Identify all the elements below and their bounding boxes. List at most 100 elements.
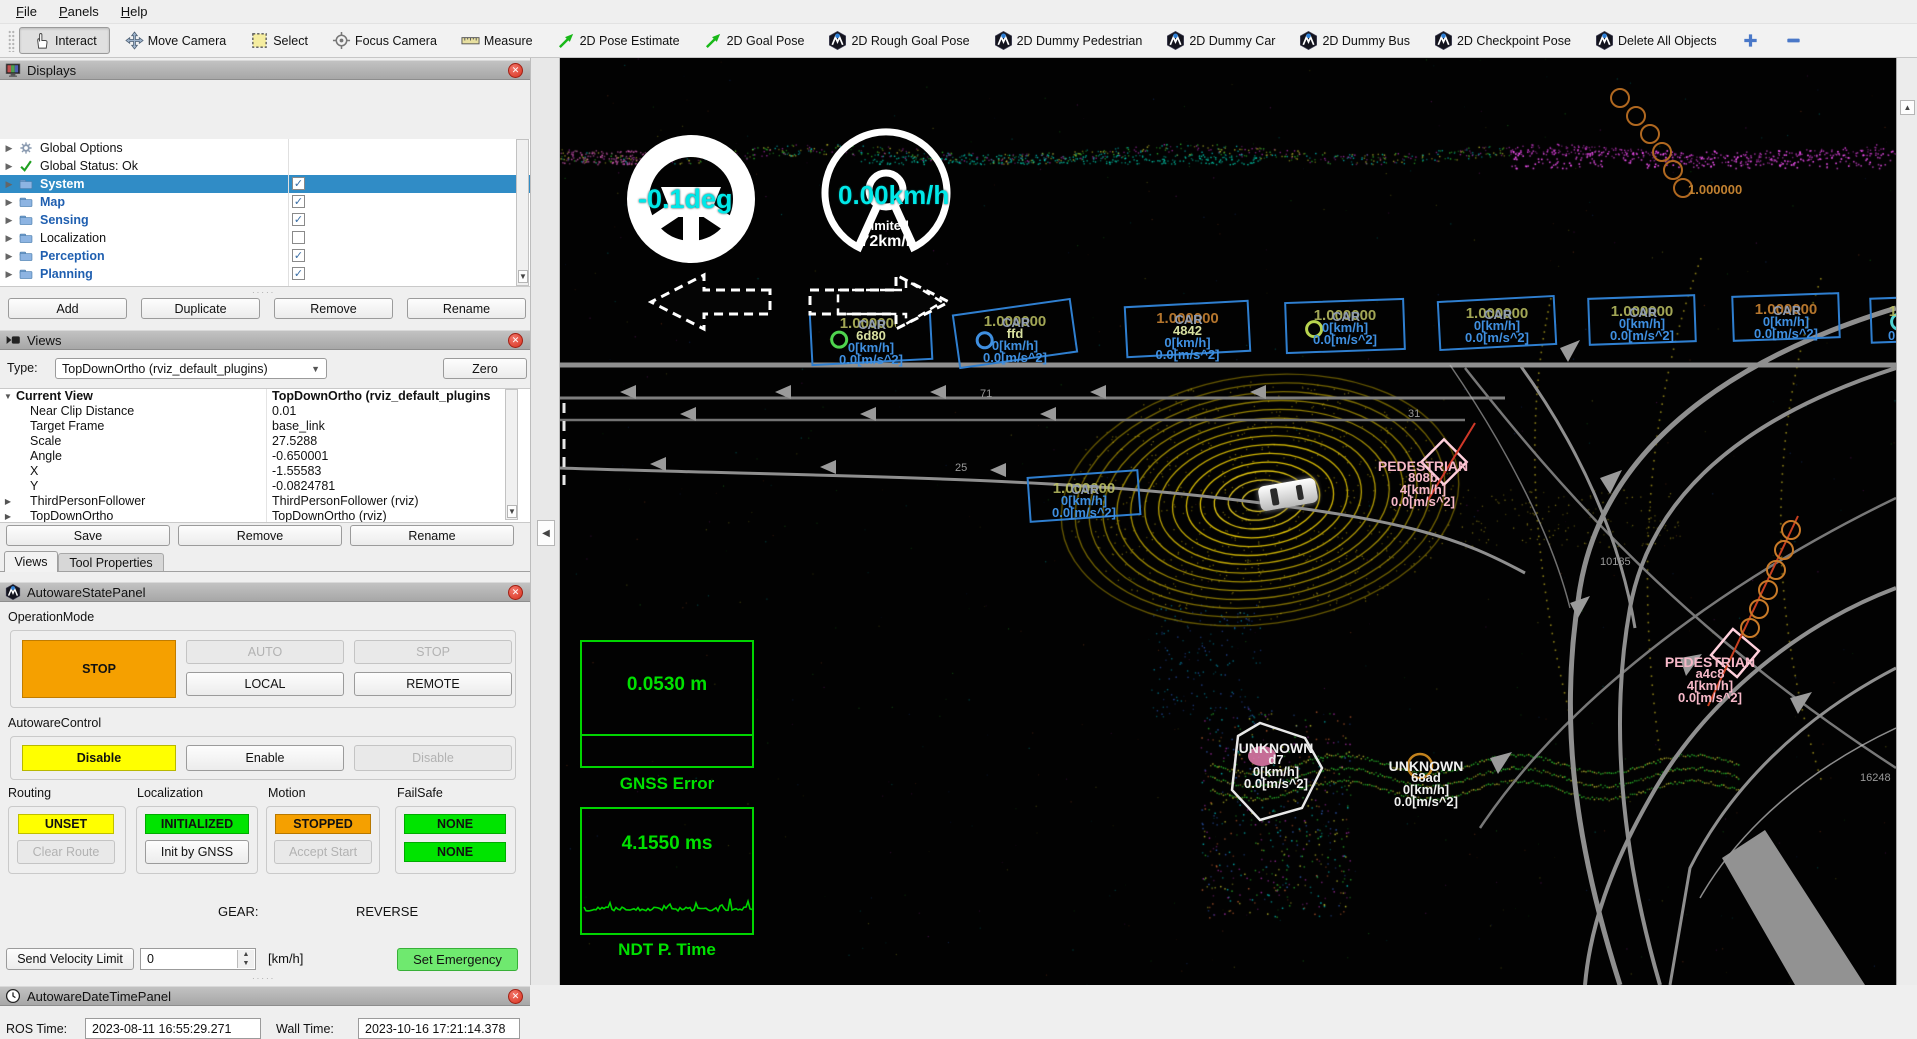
- collapse-panel-icon[interactable]: ◀: [537, 520, 555, 546]
- display-checkbox[interactable]: ✓: [292, 249, 305, 262]
- view-property-row[interactable]: ▶TopDownOrthoTopDownOrtho (rviz): [0, 509, 530, 523]
- views-panel-header[interactable]: Views ✕: [0, 330, 530, 350]
- stop-secondary-button[interactable]: STOP: [354, 640, 512, 664]
- display-row-perception[interactable]: ▶Perception✓: [0, 247, 530, 265]
- tool-select[interactable]: Select: [241, 27, 317, 54]
- rename-display-button[interactable]: Rename: [407, 298, 526, 319]
- tool-minus[interactable]: [1775, 27, 1812, 54]
- stepper-arrows[interactable]: ▲▼: [237, 950, 254, 968]
- view-property-row[interactable]: Y-0.0824781: [0, 479, 530, 494]
- display-checkbox[interactable]: ✓: [292, 267, 305, 280]
- init-by-gnss-button[interactable]: Init by GNSS: [145, 840, 249, 864]
- menu-file[interactable]: File: [6, 2, 47, 21]
- display-row-map[interactable]: ▶Map✓: [0, 193, 530, 211]
- tool-2d-dummy-car[interactable]: 2D Dummy Car: [1157, 27, 1284, 54]
- view-property-row[interactable]: Scale27.5288: [0, 434, 530, 449]
- wall-time-field[interactable]: 2023-10-16 17:21:14.378: [358, 1018, 520, 1039]
- display-checkbox[interactable]: ✓: [292, 195, 305, 208]
- view-type-select[interactable]: TopDownOrtho (rviz_default_plugins) ▼: [55, 358, 327, 379]
- tool-focus-camera[interactable]: Focus Camera: [323, 27, 446, 54]
- velocity-limit-stepper[interactable]: 0 ▲▼: [140, 948, 256, 970]
- tool-2d-rough-goal-pose[interactable]: 2D Rough Goal Pose: [819, 27, 978, 54]
- tool-2d-dummy-bus[interactable]: 2D Dummy Bus: [1290, 27, 1419, 54]
- expand-icon[interactable]: ▶: [0, 179, 18, 190]
- resize-grip-2[interactable]: ·····: [252, 974, 275, 983]
- menu-bar: FilePanelsHelp: [0, 0, 1917, 24]
- ros-time-field[interactable]: 2023-08-11 16:55:29.271: [85, 1018, 261, 1039]
- tool-interact[interactable]: Interact: [19, 27, 110, 54]
- tab-views[interactable]: Views: [4, 551, 58, 572]
- state-panel-close-icon[interactable]: ✕: [508, 585, 523, 600]
- remove-display-button[interactable]: Remove: [274, 298, 393, 319]
- expand-icon[interactable]: ▶: [0, 269, 18, 280]
- local-button[interactable]: LOCAL: [186, 672, 344, 696]
- view-property-row[interactable]: Near Clip Distance0.01: [0, 404, 530, 419]
- operation-mode-stop-button[interactable]: STOP: [22, 640, 176, 698]
- menu-help[interactable]: Help: [111, 2, 158, 21]
- display-row-localization[interactable]: ▶Localization: [0, 229, 530, 247]
- check-icon: [18, 159, 34, 173]
- steering-angle-value: -0.1deg: [638, 184, 733, 215]
- failsafe-label: FailSafe: [397, 786, 443, 800]
- displays-tree: ▶Global Options▶Global Status: Ok▶System…: [0, 139, 530, 287]
- resize-grip[interactable]: ·····: [252, 288, 275, 297]
- display-checkbox[interactable]: ✓: [292, 213, 305, 226]
- display-checkbox[interactable]: ✓: [292, 177, 305, 190]
- displays-scrollbar[interactable]: ▼: [516, 139, 529, 286]
- clear-route-button[interactable]: Clear Route: [17, 840, 115, 864]
- set-emergency-button[interactable]: Set Emergency: [397, 948, 518, 971]
- expand-icon[interactable]: ▶: [0, 161, 18, 172]
- view-property-row[interactable]: ▼Current ViewTopDownOrtho (rviz_default_…: [0, 389, 530, 404]
- save-button[interactable]: Save: [6, 525, 170, 546]
- right-strip[interactable]: ▲: [1896, 58, 1917, 985]
- tab-tool-properties[interactable]: Tool Properties: [58, 553, 164, 572]
- expand-icon[interactable]: ▶: [0, 233, 18, 244]
- menu-panels[interactable]: Panels: [49, 2, 109, 21]
- panel-splitter[interactable]: ◀: [530, 58, 560, 985]
- datetime-panel-header[interactable]: AutowareDateTimePanel ✕: [0, 986, 530, 1006]
- send-velocity-limit-button[interactable]: Send Velocity Limit: [6, 948, 134, 970]
- auto-button[interactable]: AUTO: [186, 640, 344, 664]
- view-property-row[interactable]: ▶ThirdPersonFollowerThirdPersonFollower …: [0, 494, 530, 509]
- datetime-close-icon[interactable]: ✕: [508, 989, 523, 1004]
- enable-button[interactable]: Enable: [186, 745, 344, 771]
- disable-button[interactable]: Disable: [354, 745, 512, 771]
- display-row-sensing[interactable]: ▶Sensing✓: [0, 211, 530, 229]
- tool-plus[interactable]: [1732, 27, 1769, 54]
- remote-button[interactable]: REMOTE: [354, 672, 512, 696]
- folder-icon: [18, 195, 34, 209]
- zero-button[interactable]: Zero: [443, 358, 527, 379]
- expand-icon[interactable]: ▶: [0, 197, 18, 208]
- view-property-row[interactable]: Angle-0.650001: [0, 449, 530, 464]
- views-scrollbar[interactable]: ▼: [505, 389, 518, 520]
- view-property-row[interactable]: Target Framebase_link: [0, 419, 530, 434]
- display-row-system[interactable]: ▶System✓: [0, 175, 530, 193]
- display-row-global-status-ok[interactable]: ▶Global Status: Ok: [0, 157, 530, 175]
- toolbar-grip[interactable]: [8, 30, 15, 52]
- display-row-global-options[interactable]: ▶Global Options: [0, 139, 530, 157]
- duplicate-button[interactable]: Duplicate: [141, 298, 260, 319]
- remove-view-button[interactable]: Remove: [178, 525, 342, 546]
- displays-close-icon[interactable]: ✕: [508, 63, 523, 78]
- rename-view-button[interactable]: Rename: [350, 525, 514, 546]
- tool-2d-pose-estimate[interactable]: 2D Pose Estimate: [548, 27, 689, 54]
- accept-start-button[interactable]: Accept Start: [274, 840, 372, 864]
- scroll-up-icon[interactable]: ▲: [1900, 100, 1915, 115]
- tool-measure[interactable]: Measure: [452, 27, 542, 54]
- view-property-row[interactable]: X-1.55583: [0, 464, 530, 479]
- autoware-state-panel-header[interactable]: AutowareStatePanel ✕: [0, 582, 530, 602]
- add-button[interactable]: Add: [8, 298, 127, 319]
- 3d-viewport[interactable]: -0.1deg 0.00km/h limited 72km/h 1.000000…: [560, 58, 1896, 985]
- display-checkbox[interactable]: [292, 231, 305, 244]
- displays-panel-header[interactable]: Displays ✕: [0, 60, 530, 80]
- display-row-planning[interactable]: ▶Planning✓: [0, 265, 530, 283]
- tool-move-camera[interactable]: Move Camera: [116, 27, 236, 54]
- expand-icon[interactable]: ▶: [0, 143, 18, 154]
- views-close-icon[interactable]: ✕: [508, 333, 523, 348]
- tool-2d-checkpoint-pose[interactable]: 2D Checkpoint Pose: [1425, 27, 1580, 54]
- expand-icon[interactable]: ▶: [0, 215, 18, 226]
- expand-icon[interactable]: ▶: [0, 251, 18, 262]
- tool-2d-goal-pose[interactable]: 2D Goal Pose: [695, 27, 814, 54]
- tool-2d-dummy-pedestrian[interactable]: 2D Dummy Pedestrian: [985, 27, 1152, 54]
- tool-delete-all-objects[interactable]: Delete All Objects: [1586, 27, 1726, 54]
